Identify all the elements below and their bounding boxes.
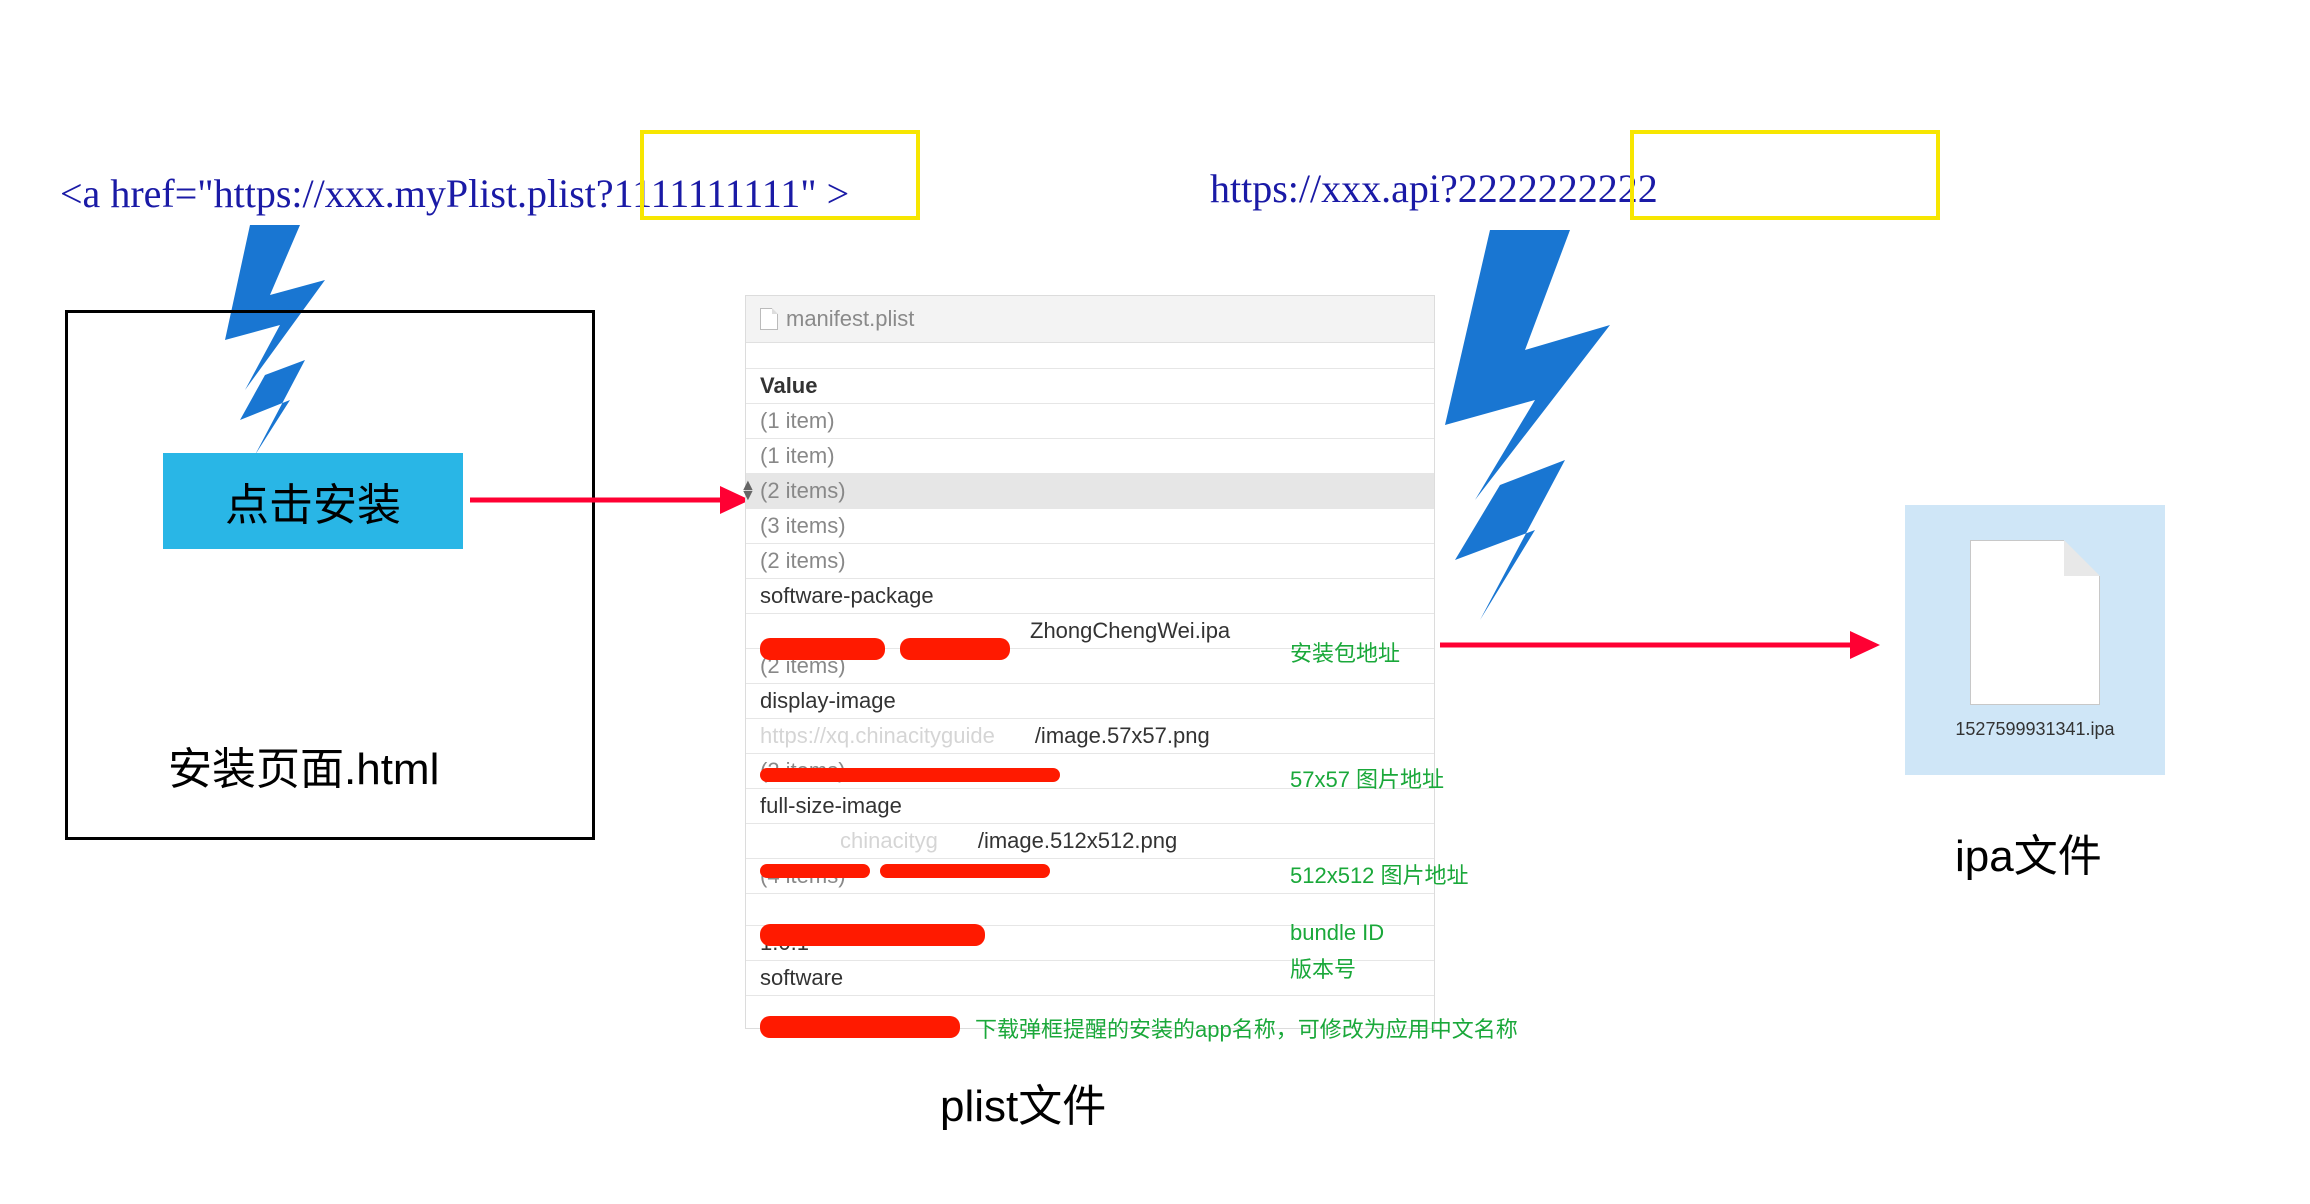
note-bundle-id: bundle ID	[1290, 920, 1384, 946]
redaction-mark	[760, 638, 885, 660]
redaction-mark	[900, 638, 1010, 660]
stepper-icon: ▲▼	[740, 481, 756, 501]
note-appname: 下载弹框提醒的安装的app名称，可修改为应用中文名称	[975, 1012, 1518, 1044]
plist-row-selected[interactable]: ▲▼ (2 items)	[746, 474, 1434, 509]
redaction-mark	[760, 1016, 960, 1038]
note-img57: 57x57 图片地址	[1290, 762, 1444, 794]
highlight-box-right	[1630, 130, 1940, 220]
plist-value-header: Value	[746, 369, 1434, 404]
plist-row: (1 item)	[746, 404, 1434, 439]
arrow-html-to-plist	[470, 480, 750, 520]
note-version: 版本号	[1290, 952, 1356, 984]
ipa-filename: 1527599931341.ipa	[1955, 719, 2114, 740]
ipa-caption: ipa文件	[1955, 820, 2102, 884]
plist-value-img512: chinacityg /image.512x512.png	[746, 824, 1434, 859]
plist-filename-header: manifest.plist	[746, 296, 1434, 343]
document-icon	[760, 308, 778, 330]
plist-value-img57: https://xq.chinacityguide /image.57x57.p…	[746, 719, 1434, 754]
plist-key-full-size-image: full-size-image	[746, 789, 1434, 824]
arrow-plist-to-ipa	[1440, 625, 1880, 665]
plist-row: (3 items)	[746, 509, 1434, 544]
plist-key-software-package: software-package	[746, 579, 1434, 614]
install-page-caption: 安装页面.html	[168, 733, 439, 797]
redaction-mark	[760, 768, 1060, 782]
redaction-mark	[760, 864, 870, 878]
lightning-bolt-right	[1420, 230, 1620, 620]
redaction-mark	[880, 864, 1050, 878]
note-img512: 512x512 图片地址	[1290, 858, 1469, 890]
href-text-right: https://xxx.api?2222222222	[1210, 165, 1658, 212]
note-pkg-address: 安装包地址	[1290, 636, 1400, 668]
install-button[interactable]: 点击安装	[163, 453, 463, 549]
redaction-mark	[760, 924, 985, 946]
plist-row: (1 item)	[746, 439, 1434, 474]
plist-filename: manifest.plist	[786, 306, 914, 332]
file-icon	[1970, 540, 2100, 705]
install-page-box: 点击安装 安装页面.html	[65, 310, 595, 840]
plist-caption: plist文件	[940, 1070, 1106, 1134]
ipa-file-tile[interactable]: 1527599931341.ipa	[1905, 505, 2165, 775]
plist-key-display-image: display-image	[746, 684, 1434, 719]
plist-row: (2 items)	[746, 544, 1434, 579]
highlight-box-left	[640, 130, 920, 220]
